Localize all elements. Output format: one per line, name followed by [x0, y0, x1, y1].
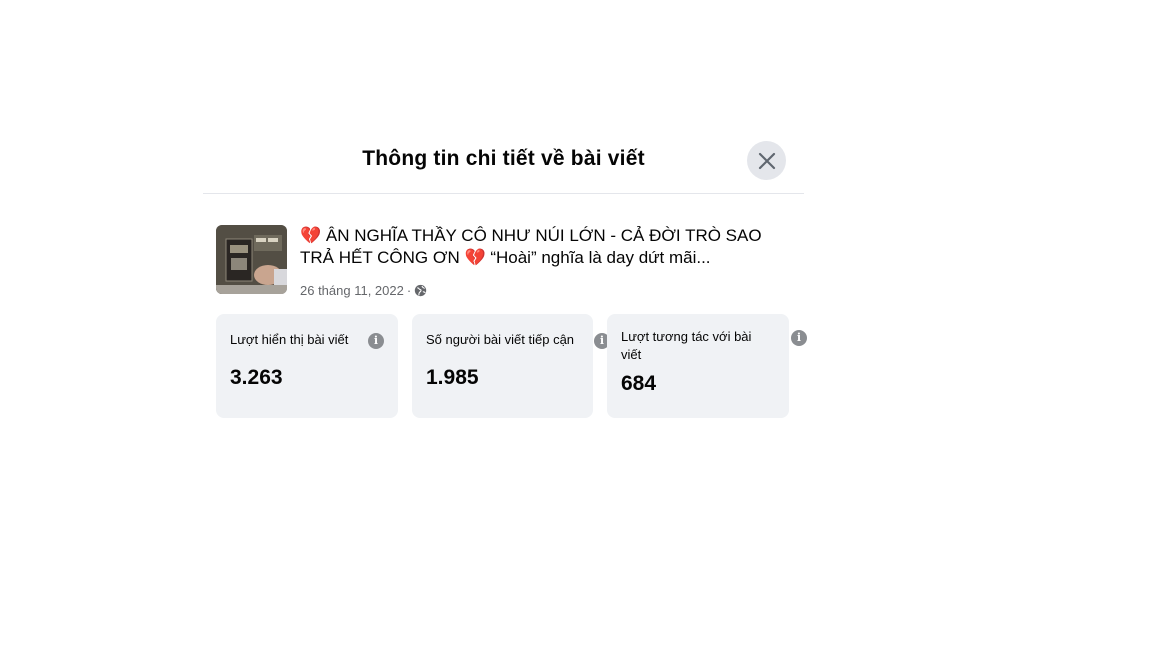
post-date[interactable]: 26 tháng 11, 2022 — [300, 283, 404, 298]
stat-label: Lượt hiển thị bài viết — [230, 332, 349, 347]
stat-value: 1.985 — [426, 366, 479, 389]
stat-value: 684 — [621, 372, 657, 395]
dialog-title: Thông tin chi tiết về bài viết — [362, 147, 645, 170]
stat-card-reach: Số người bài viết tiếp cận i 1.985 — [412, 314, 610, 418]
globe-icon — [415, 284, 427, 297]
meta-separator: · — [406, 283, 412, 298]
stat-value: 3.263 — [230, 366, 283, 389]
stat-card-impressions: Lượt hiển thị bài viết i 3.263 — [216, 314, 398, 418]
post-summary[interactable]: 💔 ÂN NGHĨA THẦY CÔ NHƯ NÚI LỚN - CẢ ĐỜI … — [216, 225, 796, 305]
info-icon[interactable]: i — [368, 333, 384, 349]
info-icon[interactable]: i — [791, 330, 807, 346]
post-insights-dialog: Thông tin chi tiết về bài viết 💔 ÂN NGHĨ… — [203, 128, 807, 428]
stat-card-engagement: Lượt tương tác với bài viết i 684 — [607, 314, 807, 418]
stat-label: Số người bài viết tiếp cận — [426, 332, 575, 347]
post-text: 💔 ÂN NGHĨA THẦY CÔ NHƯ NÚI LỚN - CẢ ĐỜI … — [300, 226, 762, 267]
close-icon — [758, 152, 775, 169]
stat-label: Lượt tương tác với bài viết — [621, 329, 752, 362]
dialog-header: Thông tin chi tiết về bài viết — [203, 128, 804, 194]
stats-row: Lượt hiển thị bài viết i 3.263 Số người … — [216, 314, 807, 418]
close-button[interactable] — [747, 141, 786, 180]
post-thumbnail-image — [216, 225, 287, 294]
post-meta: 26 tháng 11, 2022 · — [300, 283, 427, 298]
